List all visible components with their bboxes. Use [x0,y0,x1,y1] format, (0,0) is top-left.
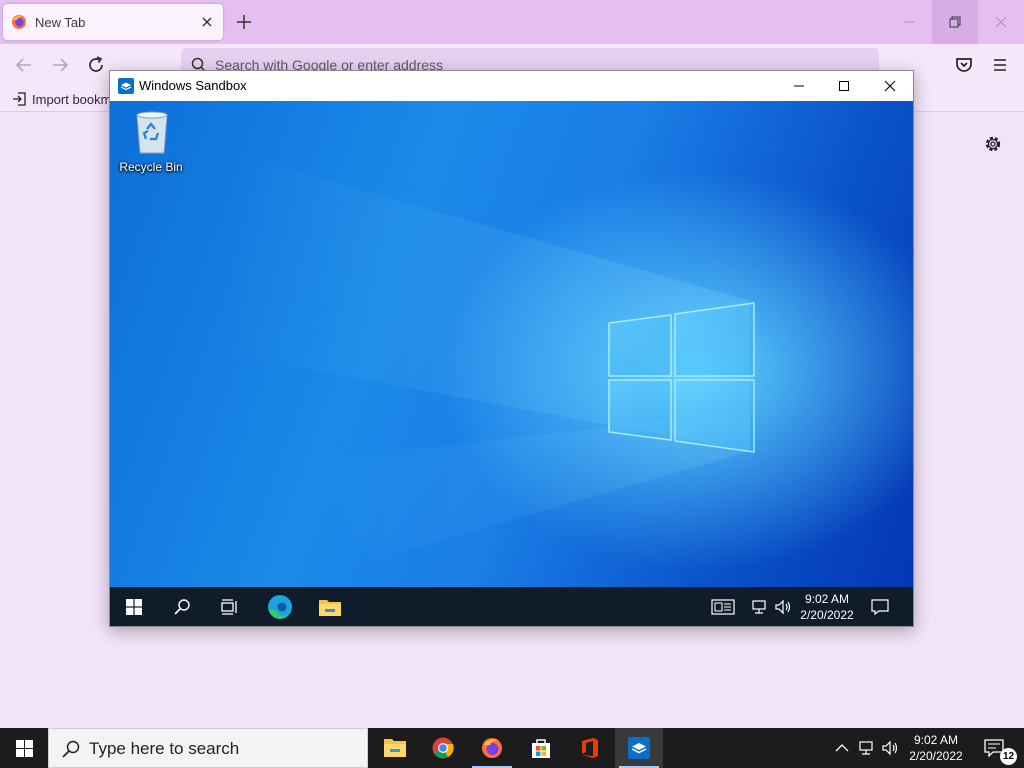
search-icon [62,740,80,758]
sandbox-window-title: Windows Sandbox [139,78,247,93]
windows-sandbox-icon [118,78,134,94]
office-icon [582,738,598,758]
tab-new-tab[interactable]: New Tab [3,4,223,40]
start-button[interactable] [0,728,48,768]
sandbox-desktop: Recycle Bin [110,101,913,587]
sandbox-search-button[interactable] [158,587,206,626]
recycle-bin-label: Recycle Bin [119,160,183,174]
file-explorer-icon [384,739,406,757]
forward-arrow-icon[interactable] [48,53,72,77]
sandbox-minimize-button[interactable] [776,71,822,101]
close-tab-icon[interactable] [199,14,215,30]
microsoft-store-icon [532,739,550,758]
taskbar-office[interactable] [566,728,614,768]
recycle-bin-desktop-icon[interactable]: Recycle Bin [116,107,188,179]
close-window-button[interactable] [978,0,1024,44]
chevron-up-icon[interactable] [834,740,850,756]
import-bookmarks-label: Import bookm [32,92,112,107]
minimize-icon [794,85,804,87]
menu-hamburger-icon[interactable] [988,53,1012,77]
firefox-tab-icon [12,15,26,29]
taskbar-clock-time: 9:02 AM [913,733,959,747]
network-icon[interactable] [857,740,875,756]
sandbox-clock-time: 9:02 AM [804,592,850,606]
network-icon[interactable] [751,599,767,615]
volume-icon[interactable] [774,599,792,615]
sandbox-start-button[interactable] [110,587,158,626]
recycle-bin-icon [136,111,168,154]
taskbar-windows-sandbox[interactable] [615,728,663,768]
tab-bar: New Tab [0,0,1024,44]
pocket-icon[interactable] [952,53,976,77]
search-icon [174,599,190,615]
gear-icon[interactable] [983,134,1003,154]
restore-icon [949,16,961,28]
chrome-icon [432,737,454,759]
taskbar-microsoft-store[interactable] [517,728,565,768]
taskbar-clock-date: 2/20/2022 [909,749,963,763]
sandbox-taskbar: 9:02 AM 2/20/2022 [110,587,913,626]
back-arrow-icon[interactable] [12,53,36,77]
sandbox-maximize-button[interactable] [821,71,867,101]
firefox-icon [482,738,502,758]
restore-button[interactable] [932,0,978,44]
taskbar-search-box[interactable]: Type here to search [48,728,368,768]
news-widget-icon[interactable] [711,599,735,615]
taskbar-search-placeholder: Type here to search [89,739,240,758]
sandbox-clock-date: 2/20/2022 [800,608,854,622]
minimize-icon [904,21,914,23]
new-tab-plus-icon[interactable] [234,12,254,32]
task-view-icon [221,599,237,615]
edge-icon [268,595,292,619]
file-explorer-icon [319,600,341,616]
taskbar-chrome[interactable] [419,728,467,768]
action-center-icon[interactable] [871,599,889,615]
windows-start-icon [126,599,142,615]
windows-logo-wallpaper [210,161,755,561]
notification-count-badge: 12 [1000,748,1017,765]
minimize-button[interactable] [886,0,932,44]
volume-icon[interactable] [881,740,899,756]
import-icon [13,92,26,106]
sandbox-close-button[interactable] [867,71,913,101]
windows-sandbox-icon [628,737,650,759]
sandbox-file-explorer-button[interactable] [306,587,354,626]
sandbox-clock[interactable]: 9:02 AM 2/20/2022 [797,591,857,623]
sandbox-edge-button[interactable] [256,587,304,626]
tab-title: New Tab [35,15,86,30]
close-icon [884,80,896,92]
taskbar-clock[interactable]: 9:02 AM 2/20/2022 [904,732,968,764]
sandbox-title-bar[interactable]: Windows Sandbox [110,71,913,101]
windows-start-icon [16,740,33,757]
close-icon [995,16,1007,28]
notification-center-button[interactable]: 12 [980,728,1024,768]
taskbar-firefox[interactable] [468,728,516,768]
windows-sandbox-window: Windows Sandbox Recycle Bin 9:02 AM 2/20… [109,70,914,627]
maximize-icon [839,81,849,91]
sandbox-task-view-button[interactable] [206,587,254,626]
windows-taskbar: Type here to search 9:02 AM 2/20/2022 12 [0,728,1024,768]
reload-icon[interactable] [84,53,108,77]
taskbar-file-explorer[interactable] [371,728,419,768]
